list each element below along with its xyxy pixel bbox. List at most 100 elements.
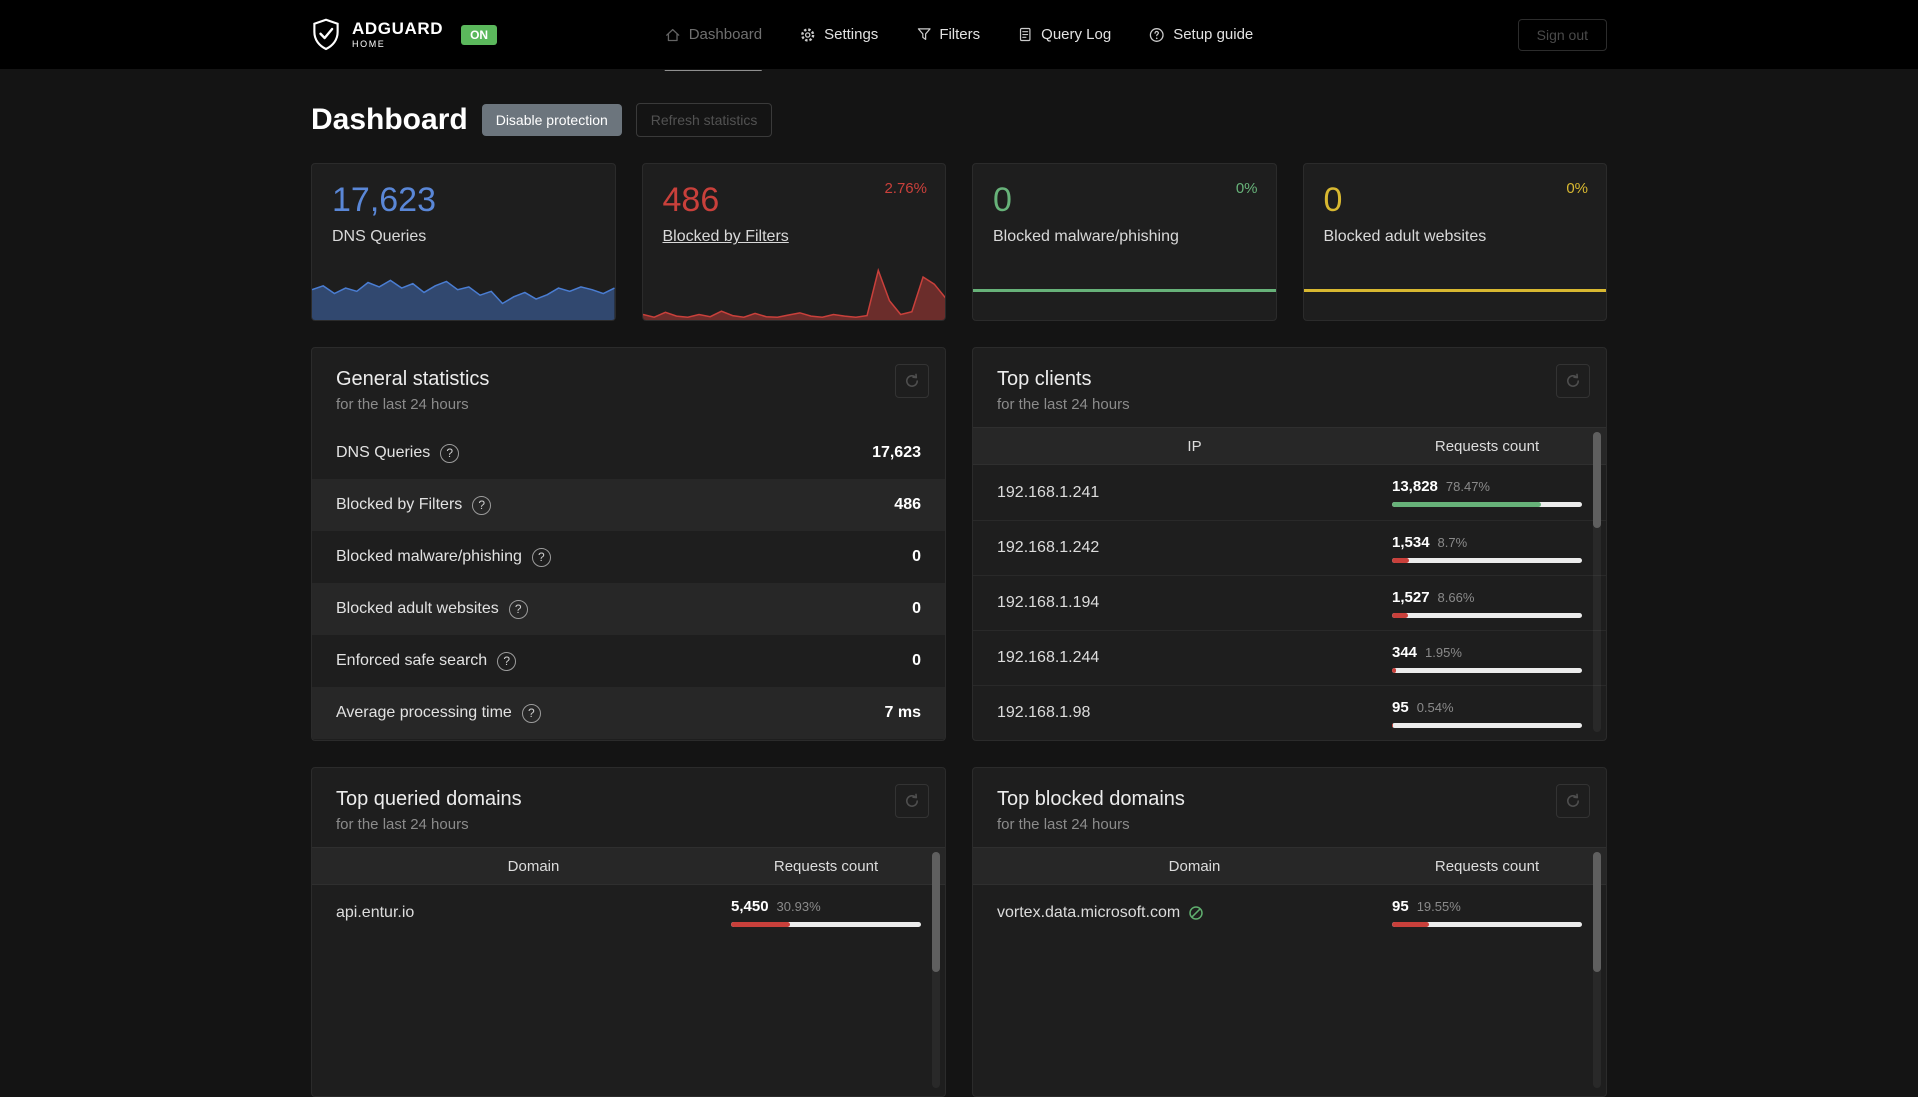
refresh-icon xyxy=(1567,373,1579,387)
page-title: Dashboard xyxy=(311,103,468,136)
help-icon[interactable] xyxy=(508,599,528,619)
brand-subtitle: HOME xyxy=(352,39,386,49)
protection-status-badge: ON xyxy=(461,24,498,45)
main-nav: Dashboard Settings Filters Query Log Set… xyxy=(664,0,1253,71)
requests-bar xyxy=(1392,557,1582,563)
statistic-value: 0 xyxy=(912,600,921,617)
row-name[interactable]: 192.168.1.244 xyxy=(997,649,1099,667)
top-clients-rows: 192.168.1.241 13,828 78.47% 192.168.1.242 1,… xyxy=(973,465,1606,740)
dns-queries-sparkline xyxy=(312,262,615,320)
column-header-domain: Domain xyxy=(1168,857,1221,875)
statistic-label: DNS Queries xyxy=(336,444,431,461)
nav-label: Filters xyxy=(939,26,981,43)
scrollbar-track xyxy=(932,852,940,1088)
table-header: IP Requests count xyxy=(973,427,1606,465)
nav-dashboard[interactable]: Dashboard xyxy=(664,0,763,71)
scrollbar-track xyxy=(1593,852,1601,1088)
dns-queries-label: DNS Queries xyxy=(332,228,427,246)
statistic-value: 486 xyxy=(894,496,921,513)
requests-bar xyxy=(1392,722,1582,728)
question-circle-icon xyxy=(1150,27,1165,42)
block-slash-icon[interactable] xyxy=(1188,905,1204,921)
row-name[interactable]: 192.168.1.194 xyxy=(997,594,1099,612)
panel-head: General statistics for the last 24 hours xyxy=(312,348,945,427)
blocked-filters-link[interactable]: Blocked by Filters xyxy=(663,228,789,245)
statistic-label: Blocked adult websites xyxy=(336,600,499,617)
help-icon[interactable] xyxy=(531,547,551,567)
column-header-domain: Domain xyxy=(507,857,560,875)
nav-setup-guide[interactable]: Setup guide xyxy=(1149,0,1253,69)
requests-count: 1,534 xyxy=(1392,533,1430,551)
statistic-value: 0 xyxy=(912,548,921,565)
panel-refresh-button[interactable] xyxy=(1556,784,1590,818)
help-icon[interactable] xyxy=(521,703,541,723)
scrollbar-thumb[interactable] xyxy=(932,852,940,972)
blocked-filters-percent: 2.76% xyxy=(884,180,927,197)
help-icon[interactable] xyxy=(472,495,492,515)
requests-bar xyxy=(731,922,921,927)
requests-bar xyxy=(1392,667,1582,673)
refresh-icon xyxy=(906,373,918,387)
sign-out-button[interactable]: Sign out xyxy=(1517,18,1607,51)
requests-percent: 0.54% xyxy=(1416,699,1454,715)
nav-query-log[interactable]: Query Log xyxy=(1018,0,1111,69)
panel-refresh-button[interactable] xyxy=(895,364,929,398)
table-row: 192.168.1.98 95 0.54% xyxy=(973,685,1606,740)
nav-settings[interactable]: Settings xyxy=(800,0,878,69)
nav-filters[interactable]: Filters xyxy=(916,0,980,69)
blocked-malware-sparkline xyxy=(973,289,1276,292)
summary-cards: 17,623 DNS Queries 2.76% 486 Blocked by … xyxy=(311,163,1607,321)
blocked-filters-sparkline xyxy=(642,262,945,320)
requests-bar xyxy=(1392,612,1582,618)
general-statistics-rows: DNS Queries17,623Blocked by Filters486Bl… xyxy=(312,427,945,739)
requests-percent: 78.47% xyxy=(1445,479,1490,494)
requests-count: 95 xyxy=(1392,898,1409,915)
panel-refresh-button[interactable] xyxy=(895,784,929,818)
scrollbar-thumb[interactable] xyxy=(1593,852,1601,972)
panel-subtitle: for the last 24 hours xyxy=(997,396,1130,413)
scrollbar-thumb[interactable] xyxy=(1593,432,1601,528)
general-statistics-panel: General statistics for the last 24 hours… xyxy=(311,347,946,741)
disable-protection-button[interactable]: Disable protection xyxy=(481,104,622,136)
funnel-icon xyxy=(917,28,931,40)
dashboard-icon xyxy=(666,28,680,41)
blocked-filters-label-wrap: Blocked by Filters xyxy=(643,219,946,246)
statistics-row: Blocked by Filters 486 xyxy=(312,479,945,531)
requests-percent: 30.93% xyxy=(776,899,821,914)
blocked-malware-card: 0% 0 Blocked malware/phishing xyxy=(972,163,1277,321)
statistic-label: Blocked malware/phishing xyxy=(336,548,522,565)
column-header-requests-count: Requests count xyxy=(1434,857,1540,875)
statistic-value: 7 ms xyxy=(884,704,921,721)
table-header: Domain Requests count xyxy=(973,847,1606,885)
row-name[interactable]: api.entur.io xyxy=(336,904,414,922)
blocked-filters-card: 2.76% 486 Blocked by Filters xyxy=(641,163,946,321)
row-name[interactable]: vortex.data.microsoft.com xyxy=(997,904,1180,922)
refresh-statistics-button[interactable]: Refresh statistics xyxy=(635,103,773,137)
statistic-value: 17,623 xyxy=(872,444,921,461)
requests-count: 1,527 xyxy=(1392,588,1430,606)
top-blocked-domains-panel: Top blocked domains for the last 24 hour… xyxy=(972,767,1607,1097)
adguard-home-logo[interactable]: ADGUARD HOME ON xyxy=(311,18,498,51)
row-name[interactable]: 192.168.1.241 xyxy=(997,484,1099,502)
blocked-malware-value: 0 xyxy=(993,181,1012,219)
statistic-label: Average processing time xyxy=(336,704,512,721)
requests-count: 95 xyxy=(1392,698,1409,716)
help-icon[interactable] xyxy=(440,443,460,463)
row-name[interactable]: 192.168.1.98 xyxy=(997,704,1090,722)
dns-queries-card: 17,623 DNS Queries xyxy=(311,163,616,321)
panel-refresh-button[interactable] xyxy=(1556,364,1590,398)
nav-label: Dashboard xyxy=(688,26,763,43)
row-name[interactable]: 192.168.1.242 xyxy=(997,539,1099,557)
panel-subtitle: for the last 24 hours xyxy=(997,816,1130,833)
blocked-adult-label: Blocked adult websites xyxy=(1323,228,1487,246)
column-header-requests-count: Requests count xyxy=(1434,437,1540,455)
requests-percent: 1.95% xyxy=(1425,644,1462,660)
help-icon[interactable] xyxy=(497,651,517,671)
nav-label: Setup guide xyxy=(1173,26,1254,43)
statistics-row: Blocked malware/phishing 0 xyxy=(312,531,945,583)
nav-label: Settings xyxy=(824,26,879,43)
brand-title: ADGUARD xyxy=(352,19,444,38)
table-header: Domain Requests count xyxy=(312,847,945,885)
table-row: 192.168.1.194 1,527 8.66% xyxy=(973,575,1606,630)
top-navigation-bar: ADGUARD HOME ON Dashboard Settings Filte… xyxy=(0,0,1918,71)
